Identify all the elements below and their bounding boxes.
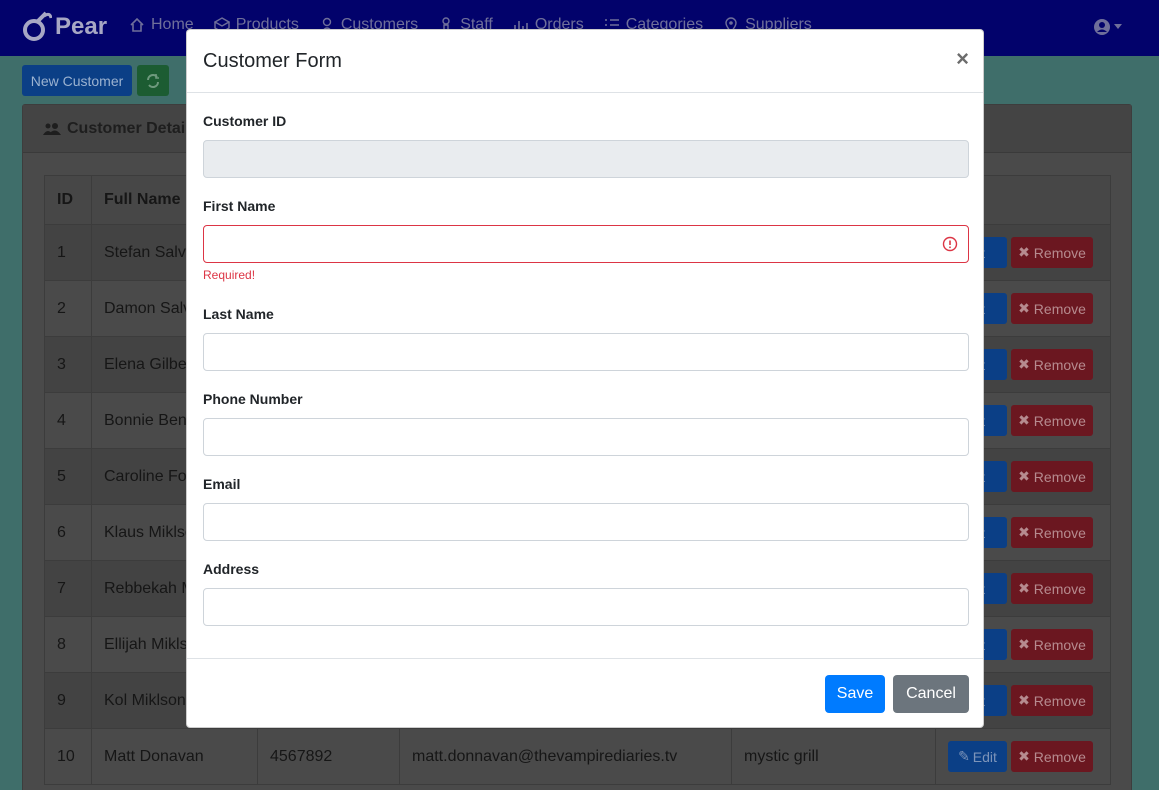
- x-icon: ✖: [1018, 692, 1030, 708]
- cancel-button[interactable]: Cancel: [893, 675, 969, 713]
- cell-phone: 4567892: [257, 728, 400, 785]
- refresh-button[interactable]: [137, 65, 169, 96]
- remove-button[interactable]: ✖ Remove: [1011, 237, 1093, 268]
- customer-id-group: Customer ID: [203, 113, 969, 178]
- remove-button[interactable]: ✖ Remove: [1011, 685, 1093, 716]
- modal-title: Customer Form: [203, 49, 342, 72]
- cell-id: 4: [44, 392, 92, 449]
- user-menu[interactable]: [1093, 18, 1122, 36]
- last-name-group: Last Name: [203, 306, 969, 371]
- x-icon: ✖: [1018, 412, 1030, 428]
- cell-id: 5: [44, 448, 92, 505]
- x-icon: ✖: [1018, 580, 1030, 596]
- remove-button[interactable]: ✖ Remove: [1011, 573, 1093, 604]
- caret-down-icon: [1114, 24, 1122, 29]
- customer-id-label: Customer ID: [203, 113, 287, 129]
- x-icon: ✖: [1018, 244, 1030, 260]
- cell-id: 3: [44, 336, 92, 393]
- remove-button[interactable]: ✖ Remove: [1011, 629, 1093, 660]
- cell-id: 7: [44, 560, 92, 617]
- first-name-error: Required!: [203, 268, 256, 282]
- address-label: Address: [203, 561, 260, 577]
- modal-footer: Save Cancel: [187, 658, 983, 728]
- refresh-icon: [147, 73, 159, 88]
- x-icon: ✖: [1018, 748, 1030, 764]
- cell-full-name: Matt Donavan: [91, 728, 258, 785]
- phone-field[interactable]: [203, 418, 969, 456]
- customer-id-field: [203, 140, 969, 178]
- x-icon: ✖: [1018, 636, 1030, 652]
- close-button[interactable]: ×: [956, 48, 969, 70]
- cell-email: matt.donnavan@thevampirediaries.tv: [399, 728, 732, 785]
- last-name-label: Last Name: [203, 306, 274, 322]
- cell-id: 6: [44, 504, 92, 561]
- remove-button[interactable]: ✖ Remove: [1011, 461, 1093, 492]
- edit-button[interactable]: ✎ Edit: [948, 741, 1007, 772]
- customer-form-modal: Customer Form × Customer ID First Name R…: [186, 29, 984, 728]
- phone-label: Phone Number: [203, 391, 303, 407]
- remove-button[interactable]: ✖ Remove: [1011, 741, 1093, 772]
- edit-icon: ✎: [958, 748, 970, 764]
- users-icon: [43, 122, 61, 135]
- last-name-field[interactable]: [203, 333, 969, 371]
- brand-logo[interactable]: Pear: [22, 10, 107, 44]
- email-label: Email: [203, 476, 241, 492]
- remove-button[interactable]: ✖ Remove: [1011, 293, 1093, 324]
- phone-group: Phone Number: [203, 391, 969, 456]
- x-icon: ✖: [1018, 300, 1030, 316]
- cell-id: 9: [44, 672, 92, 729]
- x-icon: ✖: [1018, 524, 1030, 540]
- email-field[interactable]: [203, 503, 969, 541]
- nav-item-home[interactable]: Home: [129, 16, 194, 34]
- error-icon: [942, 236, 958, 252]
- card-title: Customer Details: [67, 119, 199, 137]
- address-group: Address: [203, 561, 969, 626]
- cell-id: 1: [44, 224, 92, 281]
- user-circle-icon: [1094, 19, 1110, 35]
- remove-button[interactable]: ✖ Remove: [1011, 405, 1093, 436]
- remove-button[interactable]: ✖ Remove: [1011, 517, 1093, 548]
- col-header-id: ID: [44, 175, 92, 225]
- x-icon: ✖: [1018, 356, 1030, 372]
- pear-icon: [23, 11, 52, 41]
- first-name-group: First Name Required!: [203, 198, 969, 282]
- cell-id: 2: [44, 280, 92, 337]
- new-customer-button[interactable]: New Customer: [22, 65, 132, 96]
- table-row: 10 Matt Donavan 4567892 matt.donnavan@th…: [44, 728, 1111, 785]
- remove-button[interactable]: ✖ Remove: [1011, 349, 1093, 380]
- first-name-field[interactable]: [203, 225, 969, 263]
- save-button[interactable]: Save: [825, 675, 885, 713]
- first-name-label: First Name: [203, 198, 276, 214]
- email-group: Email: [203, 476, 969, 541]
- cell-address: mystic grill: [731, 728, 936, 785]
- cell-id: 10: [44, 728, 92, 785]
- modal-header: Customer Form ×: [187, 30, 983, 93]
- x-icon: ✖: [1018, 468, 1030, 484]
- home-icon: [130, 17, 144, 32]
- cell-id: 8: [44, 616, 92, 673]
- brand-name: Pear: [55, 13, 108, 40]
- address-field[interactable]: [203, 588, 969, 626]
